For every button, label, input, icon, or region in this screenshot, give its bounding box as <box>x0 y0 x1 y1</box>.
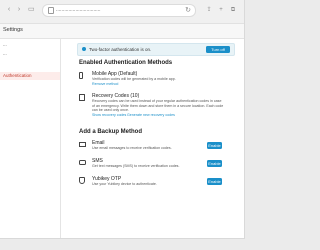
turn-off-button[interactable]: Turn off <box>206 46 230 53</box>
sidebar-item-2[interactable]: ... <box>0 50 60 58</box>
phone-icon <box>79 72 86 79</box>
page-title: Settings <box>3 27 23 33</box>
email-icon <box>79 141 86 148</box>
method-email: Email Use email messages to receive veri… <box>79 140 235 152</box>
method-description: Use your Yubikey device to authenticate. <box>92 182 157 186</box>
lock-icon <box>48 7 54 14</box>
method-mobile-app: Mobile App (Default) Verification codes … <box>79 71 235 86</box>
sidebar-item-authentication[interactable]: Authentication <box>0 72 60 80</box>
app-header: Settings <box>0 24 244 39</box>
tabs-overview-icon[interactable]: ⧉ <box>230 7 236 13</box>
enable-sms-button[interactable]: Enable <box>207 160 222 167</box>
sidebar-item-label: Authentication <box>3 73 32 78</box>
main-content: Two-factor authentication is on. Turn of… <box>61 39 244 238</box>
shield-icon <box>79 177 86 184</box>
method-recovery-codes: Recovery Codes (10) Recovery codes can b… <box>79 93 235 121</box>
sidebar-item-1[interactable]: ... <box>0 41 60 49</box>
method-description: Use email messages to receive verificati… <box>92 146 172 150</box>
show-recovery-codes-link[interactable]: Show recovery codes <box>92 113 126 117</box>
method-description: Verification codes will be generated by … <box>92 77 176 81</box>
enabled-methods-heading: Enabled Authentication Methods <box>79 60 173 66</box>
method-sms: SMS Get text messages (SMS) to receive v… <box>79 158 235 170</box>
enable-yubikey-button[interactable]: Enable <box>207 178 222 185</box>
method-yubikey: Yubikey OTP Use your Yubikey device to a… <box>79 176 235 188</box>
generate-recovery-codes-link[interactable]: Generate new recovery codes <box>127 113 175 117</box>
remove-method-link[interactable]: Remove method <box>92 82 118 86</box>
url-text: ................................ <box>56 7 101 13</box>
new-tab-icon[interactable]: + <box>218 7 224 13</box>
browser-window: ‹ › ▭ ................................ ↻… <box>0 0 245 239</box>
document-icon <box>79 94 86 101</box>
sidebar-item-label: ... <box>3 42 7 47</box>
browser-toolbar: ‹ › ▭ ................................ ↻… <box>0 0 244 24</box>
method-description: Get text messages (SMS) to receive verif… <box>92 164 180 168</box>
back-icon[interactable]: ‹ <box>6 6 12 13</box>
sidebar-toggle-icon[interactable]: ▭ <box>28 6 35 13</box>
status-banner: Two-factor authentication is on. Turn of… <box>77 43 235 56</box>
address-bar[interactable]: ................................ ↻ <box>42 4 196 17</box>
share-icon[interactable]: ⇪ <box>206 7 212 13</box>
backup-methods-heading: Add a Backup Method <box>79 129 143 135</box>
sidebar-item-label: ... <box>3 51 7 56</box>
enable-email-button[interactable]: Enable <box>207 142 222 149</box>
reload-icon[interactable]: ↻ <box>185 6 191 15</box>
info-icon <box>82 47 86 51</box>
chat-icon <box>79 159 86 166</box>
sidebar: ... ... Authentication <box>0 39 61 238</box>
banner-text: Two-factor authentication is on. <box>89 46 152 52</box>
forward-icon[interactable]: › <box>16 6 22 13</box>
